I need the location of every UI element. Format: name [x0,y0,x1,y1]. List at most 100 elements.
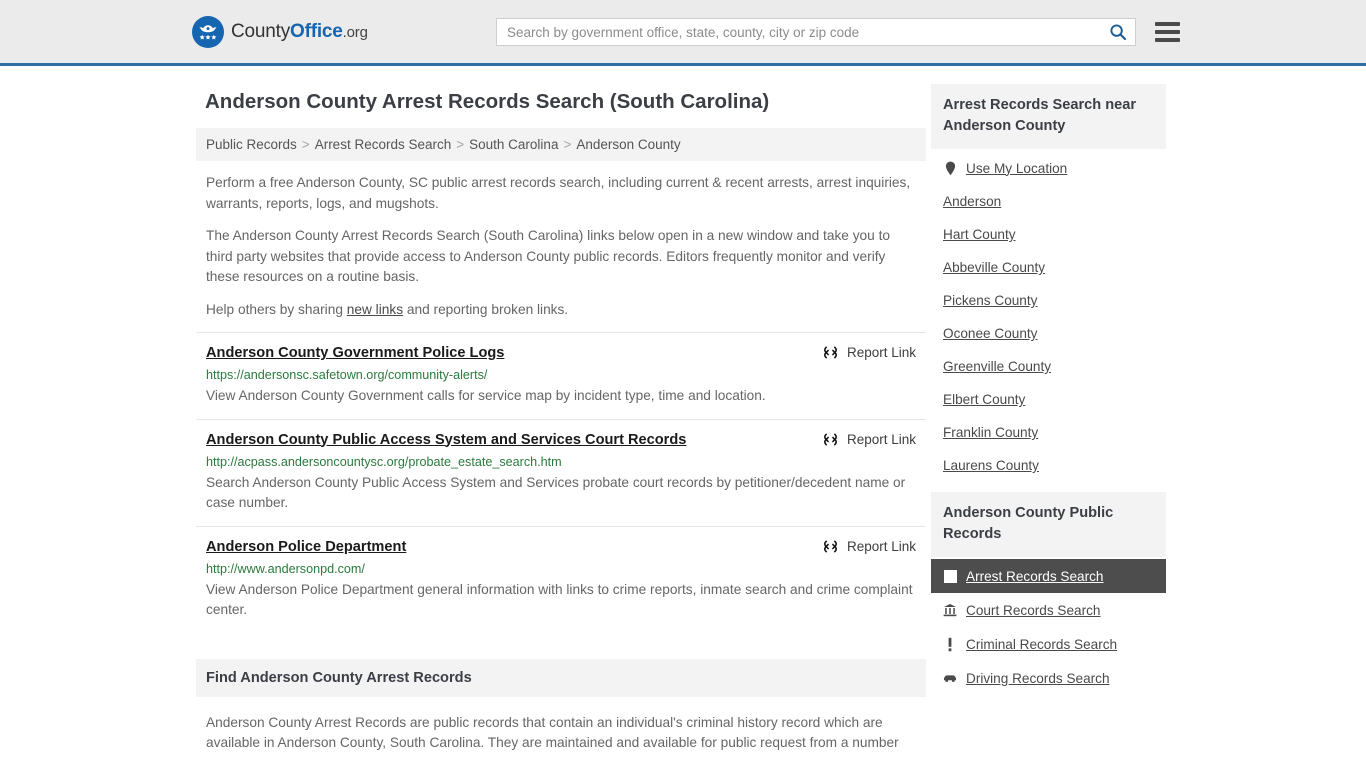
intro-p3-before: Help others by sharing [206,301,347,317]
logo-text-office: Office [290,20,343,42]
sidebar-item-label: Pickens County [943,293,1038,308]
header-search-zone [496,18,1180,46]
sidebar-item-use-my-location[interactable]: Use My Location [931,151,1166,185]
eagle-seal-logo-icon [192,15,224,48]
public-records-panel-heading: Anderson County Public Records [931,492,1166,557]
sidebar-item-arrest-records-search[interactable]: Arrest Records Search [931,559,1166,593]
result-item: Anderson County Public Access System and… [196,418,926,526]
breadcrumb-item-south-carolina[interactable]: South Carolina [469,137,558,152]
result-title-link[interactable]: Anderson County Public Access System and… [206,431,686,450]
breadcrumb-item-anderson-county[interactable]: Anderson County [576,137,680,152]
sidebar-item-label: Oconee County [943,326,1038,341]
sidebar-item-greenville-county[interactable]: Greenville County [931,350,1166,383]
breadcrumb-separator: > [563,137,572,152]
search-icon[interactable] [1109,23,1127,41]
sidebar-item-label: Elbert County [943,392,1026,407]
sidebar-item-anderson[interactable]: Anderson [931,185,1166,218]
breadcrumb-separator: > [456,137,465,152]
sidebar-item-label: Use My Location [966,160,1068,176]
sidebar-item-label: Court Records Search [966,602,1101,618]
page-body: Anderson County Arrest Records Search (S… [0,66,1366,754]
broken-link-icon [822,538,839,555]
broken-link-icon [822,344,839,361]
hamburger-bar [1155,22,1180,26]
find-records-heading: Find Anderson County Arrest Records [196,658,926,697]
result-header: Anderson County Government Police Logs R… [206,344,916,363]
report-link-button[interactable]: Report Link [822,538,916,555]
report-link-button[interactable]: Report Link [822,431,916,448]
sidebar-item-label: Abbeville County [943,260,1046,275]
breadcrumb-separator: > [301,137,310,152]
public-records-panel: Anderson County Public Records Arrest Re… [931,492,1166,695]
hamburger-bar [1155,30,1180,34]
sidebar-item-label: Hart County [943,227,1016,242]
courthouse-icon [943,602,957,618]
report-link-label: Report Link [846,345,916,360]
find-records-paragraph: Anderson County Arrest Records are publi… [206,714,899,751]
breadcrumb-item-public-records[interactable]: Public Records [206,137,297,152]
search-input[interactable] [505,23,1109,41]
sidebar-item-label: Arrest Records Search [966,568,1104,584]
hamburger-bar [1155,38,1180,42]
breadcrumb-item-arrest-records-search[interactable]: Arrest Records Search [315,137,452,152]
sidebar-column: Arrest Records Search near Anderson Coun… [931,66,1166,754]
report-link-label: Report Link [846,431,916,447]
result-header: Anderson Police Department Report Link [206,538,916,557]
location-pin-icon [943,160,957,176]
sidebar-item-oconee-county[interactable]: Oconee County [931,317,1166,350]
sidebar-item-label: Greenville County [943,359,1052,374]
result-url[interactable]: https://andersonsc.safetown.org/communit… [206,367,916,384]
results-list: Anderson County Government Police Logs R… [196,332,926,633]
hamburger-menu-icon[interactable] [1155,22,1180,42]
sidebar-item-label: Franklin County [943,425,1039,440]
intro-paragraph-2: The Anderson County Arrest Records Searc… [206,228,890,284]
sidebar-item-abbeville-county[interactable]: Abbeville County [931,251,1166,284]
sidebar-item-laurens-county[interactable]: Laurens County [931,449,1166,482]
exclamation-icon [943,636,957,652]
intro-p3-after: and reporting broken links. [403,301,569,317]
public-records-panel-list: Arrest Records Search Court Records Sear… [931,559,1166,695]
sidebar-item-driving-records-search[interactable]: Driving Records Search [931,661,1166,695]
sidebar-item-hart-county[interactable]: Hart County [931,218,1166,251]
result-title-link[interactable]: Anderson County Government Police Logs [206,344,504,363]
find-records-body: Anderson County Arrest Records are publi… [196,713,926,754]
result-header: Anderson County Public Access System and… [206,431,916,450]
new-links-link[interactable]: new links [347,302,403,317]
sidebar-item-label: Laurens County [943,458,1039,473]
sidebar-item-label: Criminal Records Search [966,636,1118,652]
breadcrumb: Public Records > Arrest Records Search > Sou… [196,128,926,161]
site-logo[interactable]: CountyOffice.org [192,15,368,48]
report-link-button[interactable]: Report Link [822,344,916,361]
report-link-label: Report Link [846,538,916,554]
sidebar-item-court-records-search[interactable]: Court Records Search [931,593,1166,627]
white-square-icon [943,568,957,584]
page-title: Anderson County Arrest Records Search (S… [205,90,770,113]
result-description: Search Anderson County Public Access Sys… [206,474,906,511]
search-box[interactable] [496,18,1136,46]
result-description: View Anderson County Government calls fo… [206,388,766,403]
near-panel-list: Use My Location Anderson Hart County Abb… [931,151,1166,482]
intro-paragraph-3: Help others by sharing new links and rep… [206,300,916,321]
intro-paragraph-1: Perform a free Anderson County, SC publi… [206,175,911,211]
sidebar-item-franklin-county[interactable]: Franklin County [931,416,1166,449]
sidebar-item-elbert-county[interactable]: Elbert County [931,383,1166,416]
main-content-column: Anderson County Arrest Records Search (S… [196,66,926,754]
result-item: Anderson County Government Police Logs R… [196,332,926,419]
sidebar-item-criminal-records-search[interactable]: Criminal Records Search [931,627,1166,661]
intro-section: Perform a free Anderson County, SC publi… [196,173,926,320]
result-title-link[interactable]: Anderson Police Department [206,538,406,557]
logo-text-org: .org [342,23,368,41]
find-records-section: Find Anderson County Arrest Records Ande… [196,658,926,754]
result-url[interactable]: http://www.andersonpd.com/ [206,561,916,578]
logo-wordmark: CountyOffice.org [231,21,368,43]
sidebar-item-label: Driving Records Search [966,670,1110,686]
result-description: View Anderson Police Department general … [206,581,913,618]
site-header: CountyOffice.org [0,0,1366,66]
sidebar-item-pickens-county[interactable]: Pickens County [931,284,1166,317]
car-icon [943,670,957,686]
sidebar-item-label: Anderson [943,194,1002,209]
logo-text-county: County [231,20,291,42]
result-url[interactable]: http://acpass.andersoncountysc.org/proba… [206,454,916,471]
near-panel-heading: Arrest Records Search near Anderson Coun… [931,84,1166,149]
broken-link-icon [822,431,839,448]
